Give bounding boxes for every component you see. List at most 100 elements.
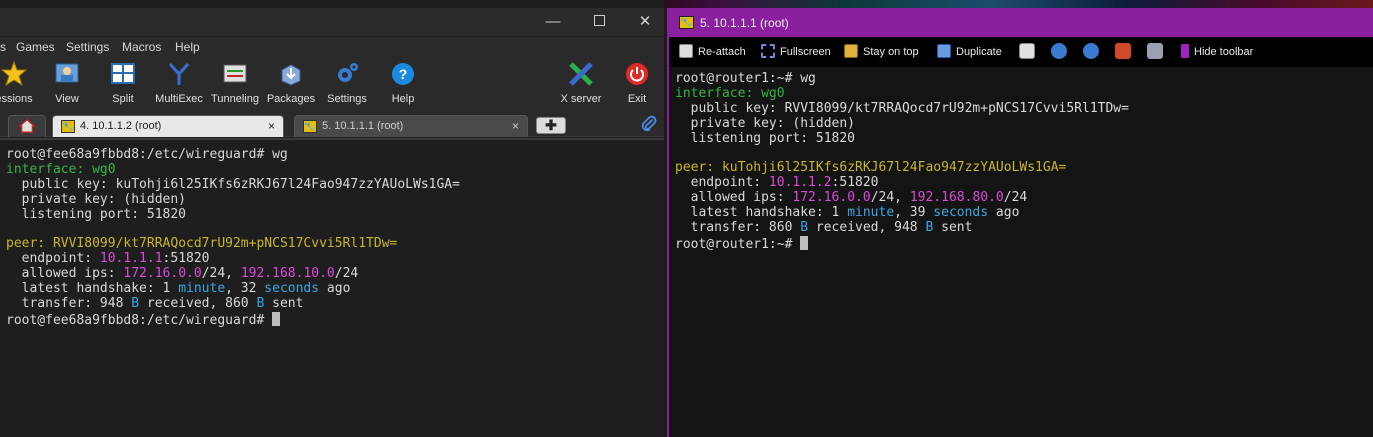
minimize-button[interactable]: — (530, 8, 576, 36)
print-icon[interactable] (1147, 43, 1163, 59)
time-unit: seconds (933, 205, 989, 221)
terminal-cursor (800, 235, 809, 250)
terminal-line: public key: kuTohji6l25IKfs6zRKJ67l24Fao… (6, 176, 460, 192)
edit-icon[interactable] (1019, 43, 1035, 59)
endpoint-ip: 10.1.1.2 (768, 175, 832, 191)
duplicate-icon (937, 44, 951, 58)
xserver-button[interactable]: X server (558, 57, 604, 112)
reattach-icon (679, 44, 693, 58)
reattach-label: Re-attach (698, 46, 746, 58)
save-icon[interactable] (1115, 43, 1131, 59)
terminal-text: :51820 (162, 251, 210, 267)
peer-key: RVVI8099/kt7RRAQocd7rU92m+pNCS17Cvvi5Rl1… (52, 236, 398, 252)
split-icon (111, 63, 135, 84)
menu-bar: s Games Settings Macros Help (0, 37, 664, 57)
menu-item-sessions[interactable]: s (0, 40, 6, 54)
duplicate-button[interactable]: Duplicate (937, 44, 1002, 60)
menu-item-macros[interactable]: Macros (122, 40, 161, 54)
tab-title: 4. 10.1.1.2 (root) (80, 120, 162, 132)
tunneling-button[interactable]: Tunneling (208, 57, 262, 112)
packages-button[interactable]: Packages (266, 57, 316, 112)
terminal-text: allowed ips: (675, 190, 793, 206)
multiexec-label: MultiExec (155, 93, 203, 105)
fullscreen-button[interactable]: Fullscreen (761, 44, 831, 60)
detached-titlebar[interactable]: 🔧 5. 10.1.1.1 (root) (669, 8, 1373, 37)
menu-item-games[interactable]: Games (16, 40, 55, 54)
peer-label: peer: (6, 236, 46, 252)
terminal-line: public key: RVVI8099/kt7RRAQocd7rU92m+pN… (675, 100, 1129, 116)
xserver-label: X server (560, 93, 602, 105)
sessions-label: essions (0, 93, 33, 105)
ssh-key-icon: 🔧 (303, 120, 317, 133)
menu-item-help[interactable]: Help (175, 40, 200, 54)
terminal-text: sent (933, 220, 973, 236)
new-tab-button[interactable]: ✚ (536, 117, 566, 134)
exit-button[interactable]: Exit (618, 57, 656, 112)
reattach-button[interactable]: Re-attach (679, 44, 746, 60)
maximize-icon (593, 15, 605, 27)
zoom-in-icon[interactable] (1051, 43, 1067, 59)
close-window-button[interactable]: ✕ (622, 8, 668, 36)
window-title: 5. 10.1.1.1 (root) (700, 16, 789, 30)
stay-on-top-icon (844, 44, 858, 58)
detached-toolbar: Re-attach Fullscreen Stay on top Duplica… (669, 37, 1373, 67)
stay-on-top-button[interactable]: Stay on top (844, 44, 919, 60)
terminal-line: listening port: 51820 (675, 130, 856, 146)
tunneling-icon (223, 64, 247, 83)
session-tab-strip: 🔧 4. 10.1.1.2 (root) × 🔧 5. 10.1.1.1 (ro… (0, 112, 664, 137)
terminal-text: /24, (201, 266, 241, 282)
duplicate-label: Duplicate (956, 46, 1002, 58)
fullscreen-icon (761, 44, 775, 58)
terminal-line: private key: (hidden) (675, 115, 856, 131)
zoom-out-icon[interactable] (1083, 43, 1099, 59)
terminal-left[interactable]: root@fee68a9fbbd8:/etc/wireguard# wg int… (0, 138, 664, 437)
view-button[interactable]: View (46, 57, 88, 112)
help-button[interactable]: ? Help (382, 57, 424, 112)
packages-label: Packages (266, 93, 316, 105)
terminal-text: transfer: 860 (675, 220, 801, 236)
allowed-ip: 192.168.80.0 (909, 190, 1004, 206)
terminal-text: /24 (334, 266, 359, 282)
terminal-prompt: root@fee68a9fbbd8:/etc/wireguard# (6, 312, 273, 328)
terminal-text: /24, (870, 190, 910, 206)
terminal-text: allowed ips: (6, 266, 124, 282)
sessions-button[interactable]: essions (0, 57, 36, 112)
peer-key: kuTohji6l25IKfs6zRKJ67l24Fao947zzYAUoLWs… (721, 160, 1067, 176)
terminal-line: root@router1:~# wg (675, 71, 816, 86)
maximize-button[interactable] (576, 8, 622, 36)
tab-close-icon[interactable]: × (268, 119, 275, 133)
split-button[interactable]: Split (102, 57, 144, 112)
terminal-line: private key: (hidden) (6, 191, 187, 207)
tab-close-icon[interactable]: × (512, 119, 519, 133)
home-tab[interactable] (8, 115, 46, 137)
tab-session-5[interactable]: 🔧 5. 10.1.1.1 (root) × (294, 115, 528, 137)
gear-icon (338, 63, 358, 82)
ssh-key-icon: 🔧 (61, 120, 75, 133)
star-icon (1, 61, 27, 87)
hide-toolbar-label: Hide toolbar (1194, 46, 1254, 58)
byte-unit: B (131, 296, 140, 312)
terminal-text: endpoint: (675, 175, 769, 191)
stay-on-top-label: Stay on top (863, 46, 919, 58)
peer-label: peer: (675, 160, 715, 176)
terminal-right[interactable]: root@router1:~# wg interface: wg0 public… (669, 67, 1373, 437)
menu-item-settings[interactable]: Settings (66, 40, 109, 54)
interface-name: wg0 (92, 161, 116, 177)
terminal-text: received, 860 (139, 296, 257, 312)
lightning-icon (1181, 44, 1189, 58)
tab-session-4[interactable]: 🔧 4. 10.1.1.2 (root) × (52, 115, 284, 137)
main-toolbar: essions View Split MultiExec Tunneling P… (0, 57, 664, 112)
help-icon: ? (392, 63, 414, 85)
terminal-cursor (272, 311, 281, 326)
terminal-text: , 39 (894, 205, 934, 221)
multiexec-icon (168, 62, 190, 85)
settings-button[interactable]: Settings (324, 57, 370, 112)
fullscreen-label: Fullscreen (780, 46, 831, 58)
paperclip-icon[interactable] (640, 115, 660, 135)
help-label: Help (391, 93, 415, 105)
svg-text:?: ? (399, 66, 408, 82)
hide-toolbar-button[interactable]: Hide toolbar (1181, 44, 1253, 60)
multiexec-button[interactable]: MultiExec (154, 57, 204, 112)
terminal-line: root@fee68a9fbbd8:/etc/wireguard# wg (6, 147, 288, 162)
allowed-ip: 172.16.0.0 (123, 266, 202, 282)
